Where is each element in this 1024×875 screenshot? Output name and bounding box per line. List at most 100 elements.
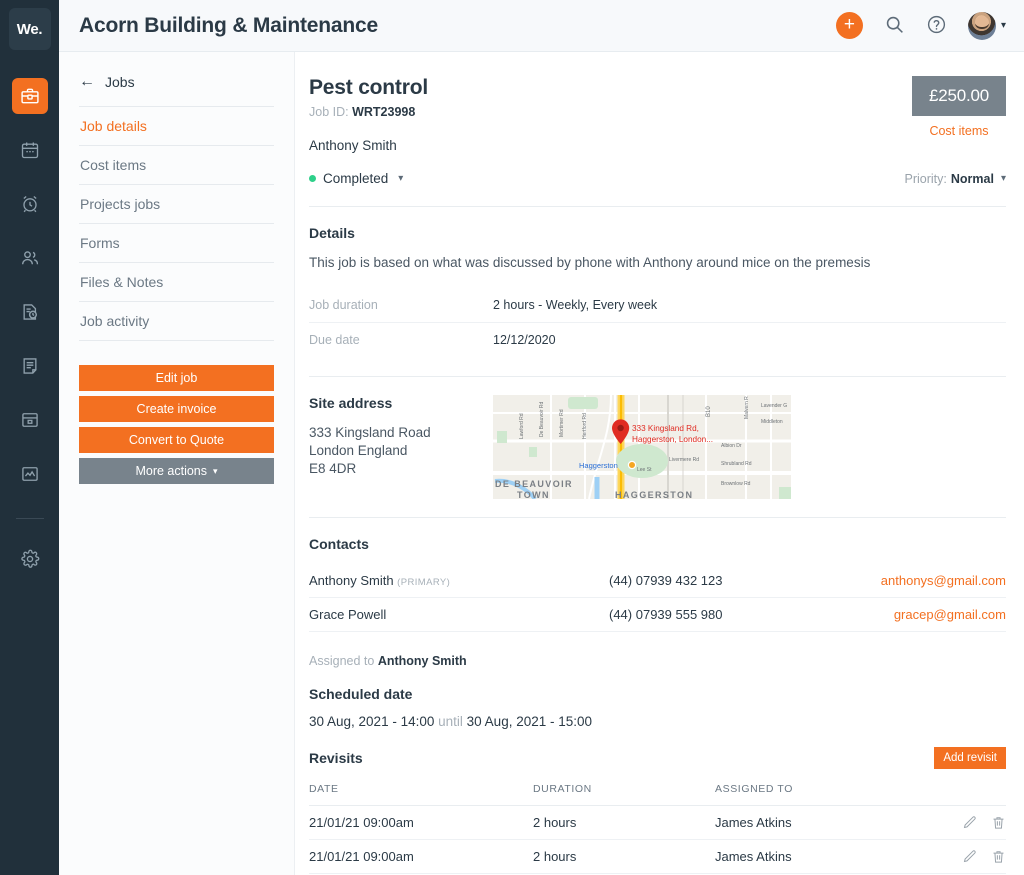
nav-item-projects-jobs[interactable]: Projects jobs: [79, 185, 274, 224]
delete-icon[interactable]: [991, 815, 1006, 830]
priority-selector[interactable]: Priority: Normal ▾: [905, 172, 1006, 186]
nav-item-files-notes[interactable]: Files & Notes: [79, 263, 274, 302]
edit-icon[interactable]: [962, 849, 977, 864]
app-logo[interactable]: We.: [8, 8, 51, 50]
column-header-date: DATE: [309, 783, 339, 795]
nav-item-cost-items[interactable]: Cost items: [79, 146, 274, 185]
convert-to-quote-button[interactable]: Convert to Quote: [79, 427, 274, 453]
assigned-value: Anthony Smith: [377, 654, 467, 668]
job-id-label: Job ID:: [309, 105, 349, 119]
add-revisit-button[interactable]: Add revisit: [934, 747, 1006, 769]
svg-text:Lawford Rd: Lawford Rd: [519, 413, 525, 439]
revisit-duration: 2 hours: [533, 815, 577, 830]
contact-name-text: Grace Powell: [309, 607, 387, 622]
site-address-lines: 333 Kingsland Road London England E8 4DR: [309, 424, 493, 478]
rail-item-timesheets[interactable]: [12, 186, 48, 222]
rail-item-jobs[interactable]: [11, 78, 48, 114]
topbar-actions: + ▾: [835, 11, 1006, 40]
user-menu[interactable]: ▾: [967, 11, 1006, 40]
chevron-down-icon: ▾: [1000, 173, 1006, 184]
priority-value: Normal: [950, 171, 994, 186]
search-button[interactable]: [884, 14, 905, 38]
svg-text:Lavender G: Lavender G: [761, 403, 787, 409]
revisits-table-header: DATE DURATION ASSIGNED TO: [309, 783, 1006, 806]
rail-item-inventory[interactable]: [12, 402, 48, 438]
field-value: 12/12/2020: [493, 332, 556, 347]
svg-text:TOWN: TOWN: [517, 490, 550, 499]
gear-icon: [20, 549, 40, 569]
back-to-jobs[interactable]: ← Jobs: [79, 74, 274, 106]
rail-item-quotes[interactable]: [12, 294, 48, 330]
site-map[interactable]: Lawford Rd De Beauvoir Rd Mortimer Rd He…: [493, 395, 791, 499]
help-icon: [926, 14, 947, 38]
chevron-down-icon: ▾: [398, 173, 404, 184]
delete-icon[interactable]: [991, 849, 1006, 864]
priority-label: Priority:: [904, 171, 947, 186]
rail-item-customers[interactable]: [12, 240, 48, 276]
rail-item-calendar[interactable]: [12, 132, 48, 168]
left-panel: ← Jobs Job details Cost items Projects j…: [59, 52, 295, 875]
table-row: 21/01/21 09:00am 2 hours James Atkins: [309, 806, 1006, 840]
details-heading: Details: [309, 225, 355, 241]
svg-text:Haggerston, London...: Haggerston, London...: [632, 435, 713, 444]
add-button[interactable]: +: [835, 12, 863, 39]
svg-text:Malvern R: Malvern R: [744, 396, 750, 419]
nav-item-job-details[interactable]: Job details: [79, 107, 274, 146]
column-header-assigned-to: ASSIGNED TO: [715, 783, 793, 795]
job-id: Job ID: WRT23998: [309, 105, 428, 119]
field-job-duration: Job duration 2 hours - Weekly, Every wee…: [309, 288, 1006, 322]
contact-email[interactable]: gracep@gmail.com: [894, 607, 1006, 622]
address-line-1: 333 Kingsland Road: [309, 425, 431, 440]
revisits-heading: Revisits: [309, 750, 363, 766]
nav-item-job-activity[interactable]: Job activity: [79, 302, 274, 341]
scheduled-start: 30 Aug, 2021 - 14:00: [309, 714, 435, 729]
contact-phone: (44) 07939 432 123: [609, 573, 723, 588]
archive-box-icon: [20, 410, 40, 430]
edit-job-button[interactable]: Edit job: [79, 365, 274, 391]
svg-text:Middleton: Middleton: [761, 419, 783, 425]
chevron-down-icon: ▾: [1000, 20, 1006, 31]
svg-text:DE BEAUVOIR: DE BEAUVOIR: [495, 479, 573, 489]
app-root: We. Acorn Building & Maintenance + ▾ ← J…: [0, 0, 1024, 875]
rail-item-forms[interactable]: [12, 348, 48, 384]
contact-name: Grace Powell: [309, 607, 609, 622]
nav-item-forms[interactable]: Forms: [79, 224, 274, 263]
revisits-section: Revisits Add revisit DATE DURATION ASSIG…: [309, 729, 1006, 874]
scheduled-heading: Scheduled date: [309, 686, 413, 702]
svg-text:333 Kingsland Rd,: 333 Kingsland Rd,: [632, 424, 699, 433]
edit-icon[interactable]: [962, 815, 977, 830]
status-badge[interactable]: Completed ▾: [309, 171, 403, 186]
revisits-table: DATE DURATION ASSIGNED TO 21/01/21 09:00…: [309, 783, 1006, 874]
row-actions: [962, 815, 1006, 830]
revisit-assigned: James Atkins: [715, 849, 792, 864]
topbar: Acorn Building & Maintenance + ▾: [59, 0, 1024, 52]
rail-item-settings[interactable]: [12, 541, 48, 577]
more-actions-label: More actions: [135, 464, 208, 478]
scheduled-connector: until: [438, 714, 463, 729]
scheduled-value: 30 Aug, 2021 - 14:00 until 30 Aug, 2021 …: [309, 714, 1006, 729]
svg-text:De Beauvoir Rd: De Beauvoir Rd: [539, 401, 545, 437]
rail-item-reports[interactable]: [12, 456, 48, 492]
rail-divider: [15, 518, 44, 519]
alarm-clock-icon: [20, 194, 40, 214]
avatar: [967, 11, 996, 40]
create-invoice-button[interactable]: Create invoice: [79, 396, 274, 422]
status-dot-icon: [309, 175, 316, 182]
svg-text:Albion Dr: Albion Dr: [721, 443, 742, 449]
cost-items-link[interactable]: Cost items: [912, 124, 1006, 138]
address-line-2: London England: [309, 442, 408, 458]
notes-icon: [20, 356, 40, 376]
scheduled-date-section: Scheduled date 30 Aug, 2021 - 14:00 unti…: [309, 668, 1006, 729]
help-button[interactable]: [926, 14, 947, 38]
more-actions-button[interactable]: More actions ▾: [79, 458, 274, 484]
table-row: 21/01/21 09:00am 2 hours James Atkins: [309, 840, 1006, 874]
briefcase-icon: [20, 86, 40, 106]
icon-rail: We.: [0, 0, 59, 875]
svg-text:Mortimer Rd: Mortimer Rd: [559, 409, 565, 437]
contact-email[interactable]: anthonys@gmail.com: [881, 573, 1006, 588]
details-description: This job is based on what was discussed …: [309, 255, 871, 270]
field-due-date: Due date 12/12/2020: [309, 322, 1006, 356]
chart-icon: [20, 464, 40, 484]
site-address-row: Site address 333 Kingsland Road London E…: [309, 395, 1006, 499]
site-address-text: Site address 333 Kingsland Road London E…: [309, 395, 493, 499]
